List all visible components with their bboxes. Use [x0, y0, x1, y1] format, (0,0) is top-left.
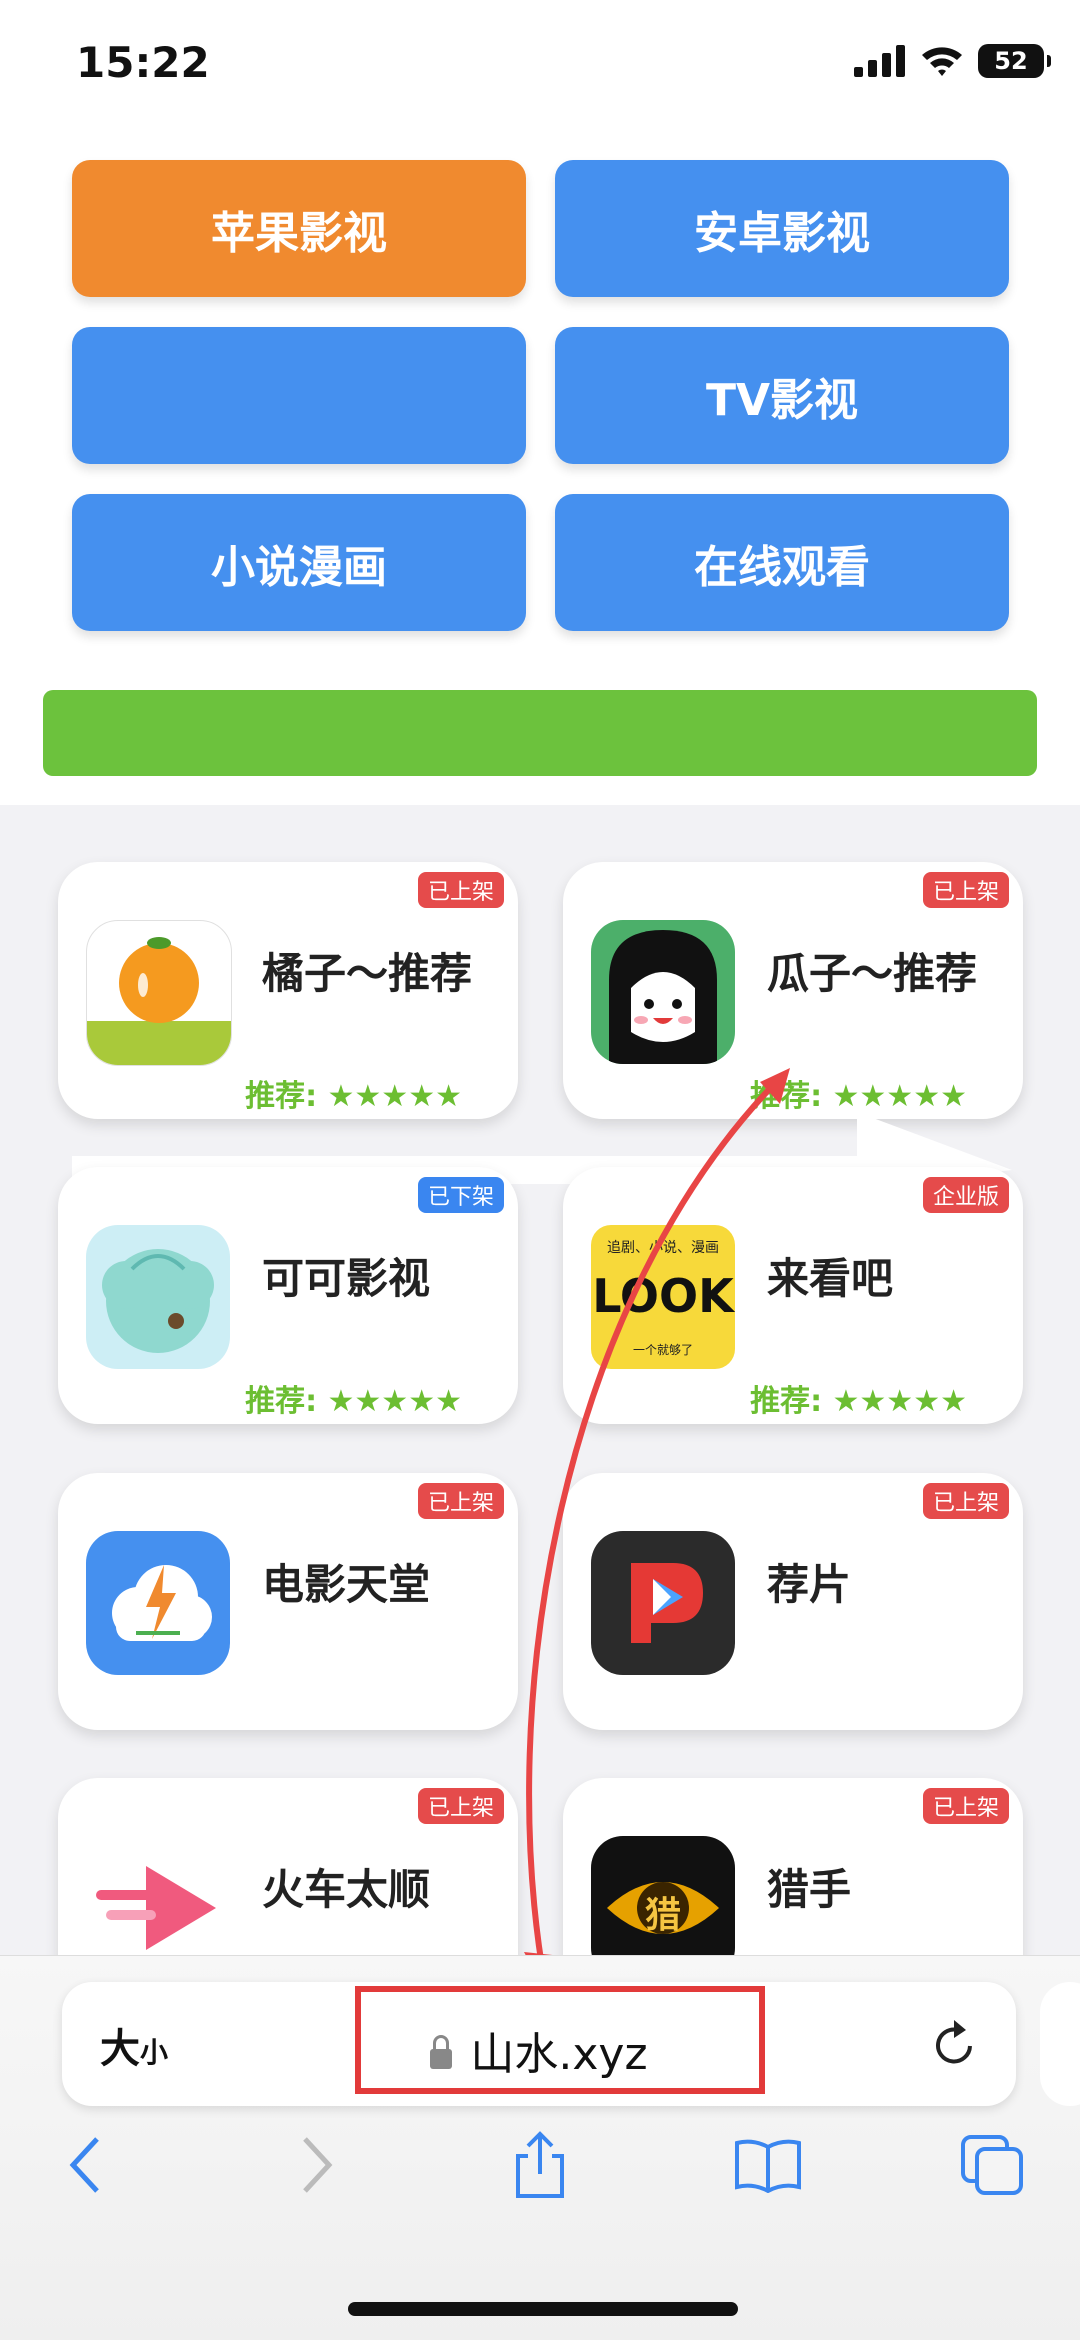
forward-icon[interactable] [282, 2130, 352, 2200]
back-icon[interactable] [50, 2130, 120, 2200]
reload-icon[interactable] [932, 2016, 978, 2078]
share-icon[interactable] [505, 2130, 575, 2200]
bookmarks-icon[interactable] [733, 2130, 803, 2200]
tabs-icon[interactable] [957, 2130, 1027, 2200]
home-indicator[interactable] [348, 2302, 738, 2316]
next-tab-peek[interactable] [1040, 1982, 1080, 2106]
url-highlight-box [355, 1986, 765, 2094]
